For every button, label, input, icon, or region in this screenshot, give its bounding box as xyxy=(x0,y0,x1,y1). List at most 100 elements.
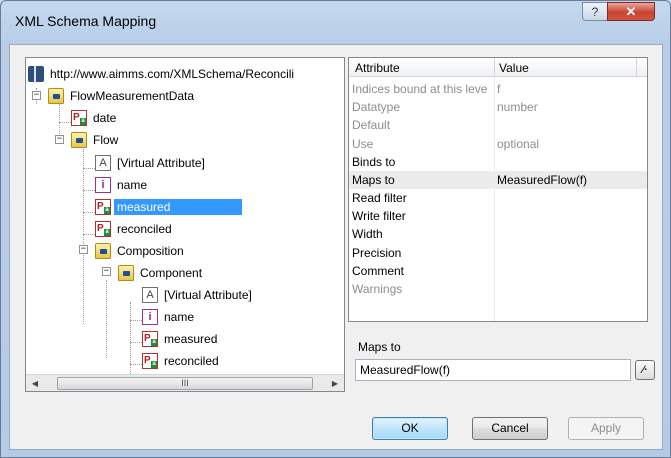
tree-node-selected[interactable]: P measured xyxy=(95,197,242,217)
tree-node-label: measured xyxy=(114,199,242,215)
parameter-icon: P xyxy=(95,221,111,237)
tree-node-label: Component xyxy=(140,266,203,280)
tree-node-label: [Virtual Attribute] xyxy=(164,288,252,302)
grid-row[interactable]: Datatype number xyxy=(349,98,647,116)
grid-row[interactable]: Precision xyxy=(349,244,647,262)
collapse-toggle[interactable]: − xyxy=(55,135,64,144)
wizard-button[interactable]: ⁄· xyxy=(635,360,655,380)
tree-node[interactable]: Composition xyxy=(95,241,187,261)
grid-row[interactable]: Default xyxy=(349,116,647,134)
grid-row[interactable]: Warnings xyxy=(349,280,647,298)
attribute-name: Use xyxy=(352,137,374,151)
tree-line xyxy=(130,320,142,321)
tree-node[interactable]: A [Virtual Attribute] xyxy=(142,285,255,305)
attribute-name: Binds to xyxy=(352,155,396,169)
attribute-name: Read filter xyxy=(352,191,407,205)
index-icon: i xyxy=(142,309,158,325)
tree-node[interactable]: P reconciled xyxy=(142,351,222,371)
attribute-column-header[interactable]: Attribute xyxy=(355,61,400,75)
tree-node[interactable]: P date xyxy=(71,108,119,128)
grid-row[interactable]: Indices bound at this leve f xyxy=(349,80,647,98)
tree-node[interactable]: A [Virtual Attribute] xyxy=(95,153,208,173)
tree-node-label: Composition xyxy=(117,244,184,258)
dialog-body: − − − − http://www.aimms.com/XMLSchema/R… xyxy=(9,44,663,450)
maps-to-input[interactable]: MeasuredFlow(f) xyxy=(355,359,631,381)
tree-node[interactable]: Flow xyxy=(71,130,121,150)
tree-line xyxy=(83,212,95,213)
help-button[interactable]: ? xyxy=(582,2,608,21)
grid-row[interactable]: Write filter xyxy=(349,207,647,225)
folder-icon xyxy=(95,243,111,259)
attribute-value: MeasuredFlow(f) xyxy=(497,173,588,187)
attribute-name: Datatype xyxy=(352,100,401,114)
tree-node-label: Flow xyxy=(93,133,119,147)
tree-horizontal-scrollbar[interactable]: ◀ III ▶ xyxy=(26,374,344,391)
collapse-toggle[interactable]: − xyxy=(79,245,88,254)
tree-node[interactable]: i name xyxy=(142,307,197,327)
tree-node-label: FlowMeasurementData xyxy=(70,89,195,103)
grid-header: Attribute Value xyxy=(349,58,647,77)
column-divider xyxy=(636,58,637,77)
attribute-name: Maps to xyxy=(352,173,395,187)
parameter-icon: P xyxy=(71,110,87,126)
attribute-name: Warnings xyxy=(352,282,403,296)
attribute-icon: A xyxy=(142,287,158,303)
parameter-icon: P xyxy=(95,199,111,215)
collapse-toggle[interactable]: − xyxy=(32,91,41,100)
folder-icon xyxy=(71,132,87,148)
tree-line xyxy=(83,234,95,235)
cancel-button[interactable]: Cancel xyxy=(472,417,548,440)
schema-tree[interactable]: − − − − http://www.aimms.com/XMLSchema/R… xyxy=(25,57,345,392)
apply-button[interactable]: Apply xyxy=(568,417,644,440)
tree-line xyxy=(83,142,84,324)
attribute-icon: A xyxy=(95,155,111,171)
tree-line xyxy=(106,280,107,358)
scroll-right-icon[interactable]: ▶ xyxy=(328,377,342,390)
attribute-value: number xyxy=(497,100,538,114)
grid-row[interactable]: Width xyxy=(349,225,647,243)
maps-to-label: Maps to xyxy=(358,340,401,354)
tree-node-label: date xyxy=(93,111,117,125)
attribute-grid[interactable]: Attribute Value Indices bound at this le… xyxy=(348,57,648,322)
tree-node-label: [Virtual Attribute] xyxy=(117,156,205,170)
scroll-left-icon[interactable]: ◀ xyxy=(28,377,42,390)
ok-button[interactable]: OK xyxy=(372,417,448,440)
tree-line xyxy=(83,190,95,191)
tree-node[interactable]: i name xyxy=(95,175,150,195)
tree-node[interactable]: P reconciled xyxy=(95,219,175,239)
parameter-icon: P xyxy=(142,331,158,347)
folder-icon xyxy=(48,88,64,104)
grid-row[interactable]: Binds to xyxy=(349,153,647,171)
attribute-name: Default xyxy=(352,118,391,132)
close-button[interactable]: ✕ xyxy=(607,2,655,21)
attribute-name: Write filter xyxy=(352,209,406,223)
tree-line xyxy=(130,342,142,343)
attribute-value: optional xyxy=(497,137,540,151)
attribute-name: Comment xyxy=(352,264,405,278)
collapse-toggle[interactable]: − xyxy=(102,267,111,276)
tree-line xyxy=(83,168,95,169)
scroll-thumb[interactable]: III xyxy=(57,377,313,390)
tree-node-label: name xyxy=(164,310,195,324)
value-column-header[interactable]: Value xyxy=(499,61,529,75)
tree-node[interactable]: Component xyxy=(118,263,205,283)
dialog-window: XML Schema Mapping ? ✕ − − − − http://ww… xyxy=(0,0,671,458)
tree-node-label: reconciled xyxy=(117,222,172,236)
grid-row[interactable]: Use optional xyxy=(349,135,647,153)
tree-line xyxy=(59,104,60,134)
tree-node-label: name xyxy=(117,178,148,192)
attribute-name: Precision xyxy=(352,246,402,260)
tree-node-label: reconciled xyxy=(164,354,219,368)
tree-node[interactable]: P measured xyxy=(142,329,220,349)
attribute-value: f xyxy=(497,82,501,96)
tree-line xyxy=(59,122,71,123)
tree-root[interactable]: http://www.aimms.com/XMLSchema/Reconcili xyxy=(28,64,297,84)
dialog-title: XML Schema Mapping xyxy=(15,13,157,29)
tree-root-label: http://www.aimms.com/XMLSchema/Reconcili xyxy=(50,67,295,81)
index-icon: i xyxy=(95,177,111,193)
parameter-icon: P xyxy=(142,353,158,369)
grid-row-selected[interactable]: Maps to MeasuredFlow(f) xyxy=(349,171,647,189)
grid-row[interactable]: Comment xyxy=(349,262,647,280)
tree-node[interactable]: FlowMeasurementData xyxy=(48,86,197,106)
grid-row[interactable]: Read filter xyxy=(349,189,647,207)
